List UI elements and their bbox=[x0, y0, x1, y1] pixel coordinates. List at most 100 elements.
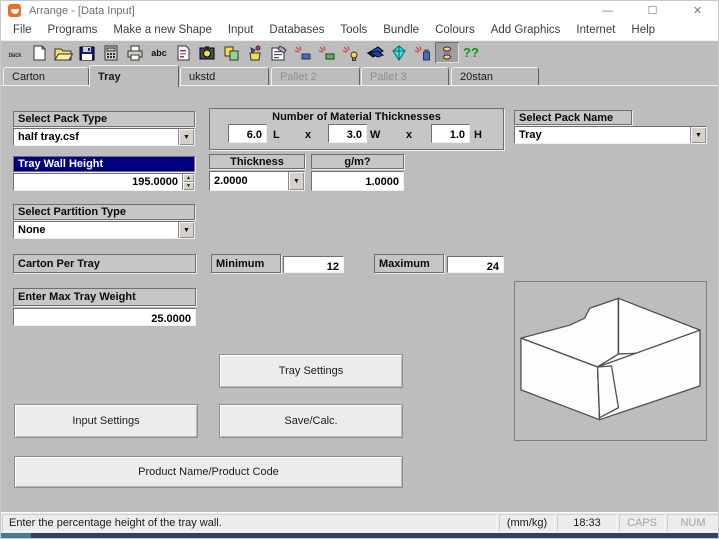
product-name-code-button[interactable]: Product Name/Product Code bbox=[14, 456, 403, 488]
title-bar: Arrange - [Data Input] — ☐ ✕ bbox=[1, 1, 719, 20]
spray-blue-icon[interactable] bbox=[291, 42, 315, 63]
new-document-icon[interactable] bbox=[27, 42, 51, 63]
save-calc-button[interactable]: Save/Calc. bbox=[219, 404, 403, 438]
material-times-1: x bbox=[305, 129, 311, 141]
shapes-icon[interactable] bbox=[219, 42, 243, 63]
material-w-field[interactable] bbox=[328, 124, 367, 143]
material-h-suffix: H bbox=[474, 129, 482, 141]
menu-add-graphics[interactable]: Add Graphics bbox=[483, 24, 569, 36]
maximum-field[interactable] bbox=[447, 256, 504, 273]
cylinder-icon[interactable] bbox=[435, 42, 459, 63]
tray-3d-drawing bbox=[515, 282, 706, 440]
tray-settings-button[interactable]: Tray Settings bbox=[219, 354, 403, 388]
calculator-icon[interactable] bbox=[99, 42, 123, 63]
tab-pallet-2[interactable]: Pallet 2 bbox=[271, 67, 360, 85]
spin-down-icon[interactable]: ▼ bbox=[183, 182, 194, 190]
spray-green-icon[interactable] bbox=[315, 42, 339, 63]
status-num: NUM bbox=[667, 514, 719, 532]
material-w-suffix: W bbox=[370, 129, 380, 141]
partition-type-select[interactable]: None ▼ bbox=[13, 221, 195, 239]
chevron-down-icon[interactable]: ▼ bbox=[690, 127, 706, 143]
minimize-button[interactable]: — bbox=[585, 1, 630, 20]
status-time: 18:33 bbox=[557, 514, 617, 532]
menu-help[interactable]: Help bbox=[623, 24, 663, 36]
menu-internet[interactable]: Internet bbox=[568, 24, 623, 36]
status-message: Enter the percentage height of the tray … bbox=[2, 514, 497, 532]
menu-make-a-new-shape[interactable]: Make a new Shape bbox=[105, 24, 219, 36]
input-settings-button[interactable]: Input Settings bbox=[14, 404, 198, 438]
tray-wall-height-spinner[interactable]: ▲ ▼ bbox=[182, 174, 194, 190]
minimum-field[interactable] bbox=[283, 256, 344, 273]
tray-wall-height-input[interactable] bbox=[14, 174, 182, 190]
tray-preview-box bbox=[514, 281, 707, 441]
maximum-input[interactable] bbox=[448, 260, 503, 275]
spray-lamp-icon[interactable] bbox=[339, 42, 363, 63]
chevron-down-icon[interactable]: ▼ bbox=[288, 172, 304, 190]
open-folder-icon[interactable] bbox=[51, 42, 75, 63]
chevron-down-icon[interactable]: ▼ bbox=[178, 129, 194, 145]
solid-box-icon[interactable] bbox=[363, 42, 387, 63]
properties-icon[interactable] bbox=[267, 42, 291, 63]
material-l-field[interactable] bbox=[228, 124, 267, 143]
menu-tools[interactable]: Tools bbox=[332, 24, 375, 36]
thickness-label: Thickness bbox=[209, 154, 305, 169]
app-icon bbox=[8, 4, 21, 17]
material-thicknesses-title: Number of Material Thicknesses bbox=[210, 111, 503, 123]
menu-programs[interactable]: Programs bbox=[40, 24, 106, 36]
back-icon[interactable]: ← back bbox=[3, 42, 27, 63]
pack-name-select[interactable]: Tray ▼ bbox=[514, 126, 707, 144]
maximum-label: Maximum bbox=[374, 254, 444, 273]
spin-up-icon[interactable]: ▲ bbox=[183, 174, 194, 182]
spellcheck-abc-icon[interactable]: abc bbox=[147, 42, 171, 63]
close-button[interactable]: ✕ bbox=[675, 1, 719, 20]
gem-icon[interactable] bbox=[387, 42, 411, 63]
paint-bucket-icon[interactable] bbox=[243, 42, 267, 63]
material-h-input[interactable] bbox=[432, 127, 469, 144]
pack-name-label: Select Pack Name bbox=[514, 110, 632, 125]
help-icon[interactable]: ?? bbox=[459, 42, 483, 63]
minimum-label: Minimum bbox=[211, 254, 281, 273]
tab-ukstd[interactable]: ukstd bbox=[180, 67, 269, 85]
gsm-label: g/m? bbox=[311, 154, 404, 169]
menu-colours[interactable]: Colours bbox=[427, 24, 483, 36]
tab-pallet-3[interactable]: Pallet 3 bbox=[361, 67, 449, 85]
max-tray-weight-input[interactable] bbox=[14, 311, 195, 327]
tray-wall-height-field[interactable]: ▲ ▼ bbox=[13, 173, 195, 191]
tab-tray[interactable]: Tray bbox=[89, 65, 179, 87]
gsm-input[interactable] bbox=[312, 173, 403, 191]
material-thicknesses-panel: Number of Material Thicknesses L x W x H bbox=[209, 108, 504, 150]
tab-20stan[interactable]: 20stan bbox=[451, 67, 539, 85]
app-window: Arrange - [Data Input] — ☐ ✕ File Progra… bbox=[0, 0, 719, 539]
gsm-field[interactable] bbox=[311, 171, 404, 191]
save-icon[interactable] bbox=[75, 42, 99, 63]
status-caps: CAPS bbox=[619, 514, 665, 532]
thickness-select[interactable]: 2.0000 ▼ bbox=[209, 171, 305, 191]
menu-input[interactable]: Input bbox=[220, 24, 262, 36]
max-tray-weight-field[interactable] bbox=[13, 308, 196, 326]
print-icon[interactable] bbox=[123, 42, 147, 63]
carton-per-tray-label: Carton Per Tray bbox=[13, 254, 196, 273]
menu-file[interactable]: File bbox=[5, 24, 40, 36]
chevron-down-icon[interactable]: ▼ bbox=[178, 222, 194, 238]
tab-carton[interactable]: Carton bbox=[3, 67, 89, 85]
spray-bottle-icon[interactable] bbox=[411, 42, 435, 63]
pack-type-label: Select Pack Type bbox=[13, 111, 195, 127]
partition-type-label: Select Partition Type bbox=[13, 204, 195, 220]
toolbar: ← back abc bbox=[1, 41, 719, 64]
window-title: Arrange - [Data Input] bbox=[29, 5, 135, 17]
material-h-field[interactable] bbox=[431, 124, 470, 143]
menu-bar: File Programs Make a new Shape Input Dat… bbox=[1, 20, 719, 41]
status-bar: Enter the percentage height of the tray … bbox=[1, 512, 719, 533]
menu-databases[interactable]: Databases bbox=[261, 24, 332, 36]
tray-wall-height-label: Tray Wall Height bbox=[13, 156, 195, 172]
material-w-input[interactable] bbox=[329, 127, 366, 144]
material-l-input[interactable] bbox=[229, 127, 266, 144]
camera-icon[interactable] bbox=[195, 42, 219, 63]
max-tray-weight-label: Enter Max Tray Weight bbox=[13, 288, 196, 306]
taskbar-strip bbox=[1, 533, 719, 539]
minimum-input[interactable] bbox=[284, 260, 343, 275]
maximize-button[interactable]: ☐ bbox=[630, 1, 675, 20]
pack-type-select[interactable]: half tray.csf ▼ bbox=[13, 128, 195, 146]
menu-bundle[interactable]: Bundle bbox=[375, 24, 427, 36]
report-icon[interactable] bbox=[171, 42, 195, 63]
